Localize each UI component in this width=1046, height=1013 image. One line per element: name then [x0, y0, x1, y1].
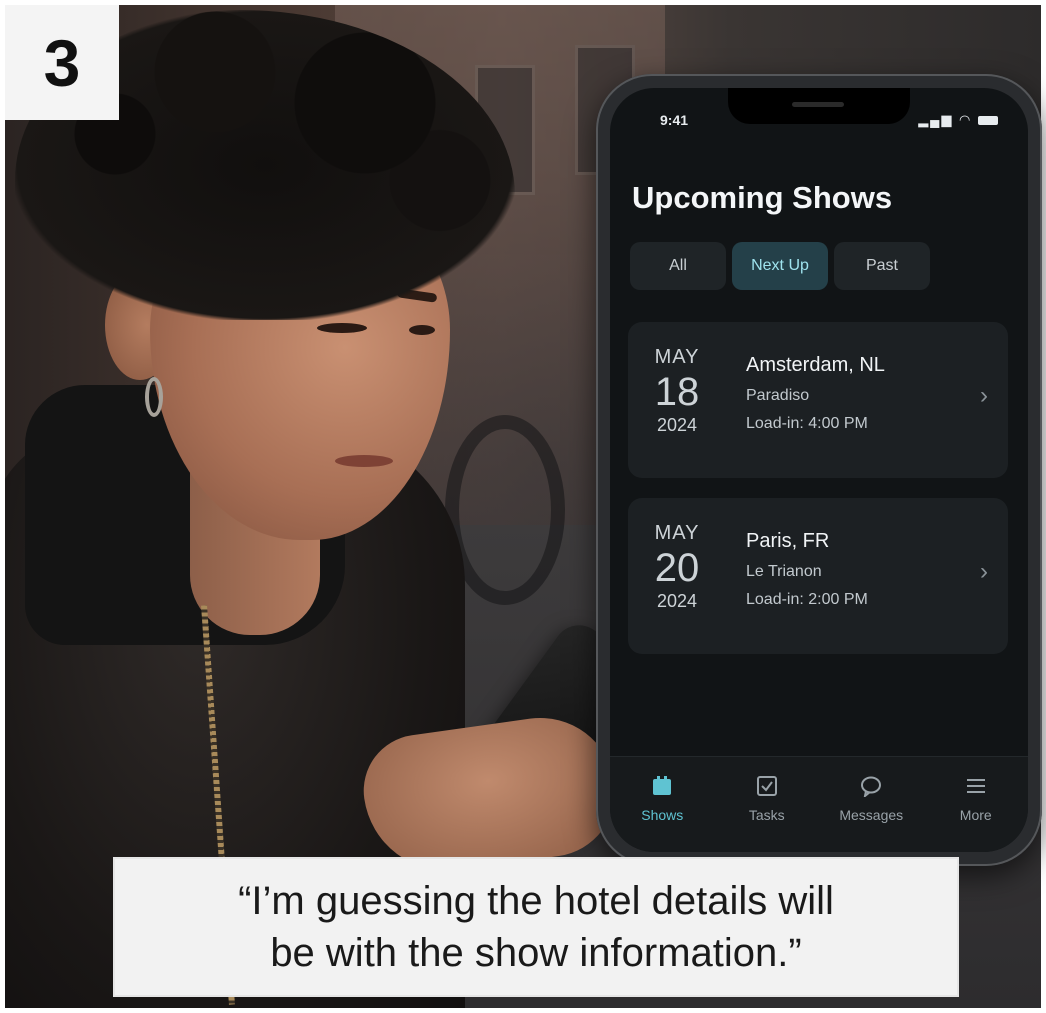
- wifi-icon: ◠: [959, 112, 973, 127]
- phone-notch: [728, 88, 910, 124]
- checkbox-icon: [756, 776, 777, 796]
- nav-label: Tasks: [748, 807, 785, 823]
- eye: [409, 325, 435, 335]
- chevron-right-icon: ›: [980, 558, 988, 585]
- nav-messages[interactable]: Messages: [826, 775, 916, 852]
- show-venue: Paradiso: [746, 387, 810, 404]
- nav-label: Messages: [839, 807, 904, 823]
- show-date: MAY 18 2024: [634, 346, 720, 436]
- show-card[interactable]: MAY 18 2024 Amsterdam, NL Paradiso Load-…: [628, 322, 1008, 478]
- tab-all[interactable]: All: [630, 242, 726, 290]
- show-card[interactable]: MAY 20 2024 Paris, FR Le Trianon Load-in…: [628, 498, 1008, 654]
- show-year: 2024: [656, 591, 698, 611]
- show-load-in: Load-in: 4:00 PM: [746, 415, 868, 432]
- phone-screen: 9:41 ▂▄▆ ◠ Upcoming Shows All Next Up Pa…: [610, 88, 1028, 852]
- status-icons: ▂▄▆ ◠: [918, 112, 998, 128]
- earring: [145, 377, 163, 417]
- show-day: 20: [654, 546, 700, 590]
- page-title: Upcoming Shows: [632, 180, 893, 215]
- show-city: Amsterdam, NL: [746, 354, 885, 376]
- filter-tabs: All Next Up Past: [630, 242, 930, 290]
- caption-box: “I’m guessing the hotel details will be …: [113, 857, 959, 997]
- nav-label: Shows: [641, 807, 684, 823]
- caption-line-1: “I’m guessing the hotel details will: [238, 879, 834, 923]
- nav-label: More: [959, 807, 992, 823]
- show-info: Paris, FR Le Trianon Load-in: 2:00 PM: [746, 530, 868, 609]
- show-date: MAY 20 2024: [634, 522, 720, 612]
- speaker-grille: [792, 102, 844, 107]
- step-number-badge: 3: [5, 5, 119, 120]
- signal-icon: ▂▄▆: [918, 112, 954, 127]
- tab-past[interactable]: Past: [834, 242, 930, 290]
- menu-icon: [966, 779, 985, 793]
- bottom-nav: Shows Tasks Messages More: [610, 756, 1028, 852]
- nav-tasks[interactable]: Tasks: [722, 775, 812, 852]
- chat-bubble-icon: [861, 776, 882, 797]
- nav-shows[interactable]: Shows: [617, 775, 707, 852]
- eye: [317, 323, 367, 333]
- tab-next-up[interactable]: Next Up: [732, 242, 828, 290]
- phone-mockup: 9:41 ▂▄▆ ◠ Upcoming Shows All Next Up Pa…: [596, 74, 1042, 866]
- show-city: Paris, FR: [746, 530, 830, 552]
- chevron-right-icon: ›: [980, 382, 988, 409]
- show-load-in: Load-in: 2:00 PM: [746, 591, 868, 608]
- calendar-icon: [653, 776, 672, 795]
- mouth: [335, 455, 393, 467]
- caption-line-2: be with the show information.”: [270, 931, 802, 975]
- nav-more[interactable]: More: [931, 775, 1021, 852]
- show-year: 2024: [656, 415, 698, 435]
- show-month: MAY: [654, 522, 700, 544]
- show-info: Amsterdam, NL Paradiso Load-in: 4:00 PM: [746, 354, 885, 433]
- battery-icon: [978, 116, 998, 126]
- show-day: 18: [654, 370, 700, 414]
- status-time: 9:41: [660, 112, 689, 128]
- show-month: MAY: [654, 346, 700, 368]
- show-venue: Le Trianon: [746, 563, 822, 580]
